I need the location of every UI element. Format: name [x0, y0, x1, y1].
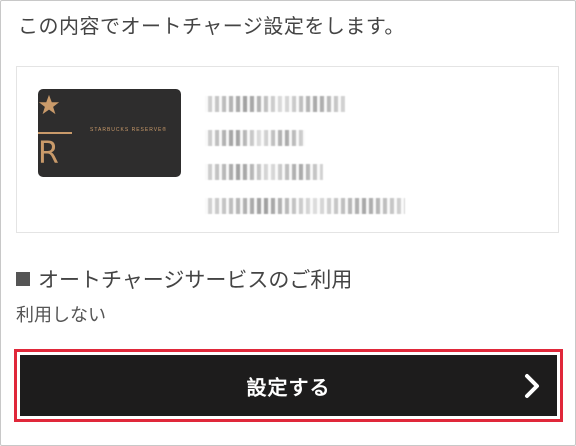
- star-icon: [38, 94, 60, 115]
- card-number-label: [205, 155, 405, 189]
- card-summary-box: STARBUCKS RESERVE® R: [16, 66, 559, 233]
- card-brand-text: STARBUCKS RESERVE®: [90, 127, 168, 133]
- auto-charge-section-title: オートチャージサービスのご利用: [16, 264, 352, 294]
- auto-charge-title-text: オートチャージサービスのご利用: [38, 268, 353, 292]
- intro-text: この内容でオートチャージ設定をします。: [18, 14, 405, 38]
- chevron-right-icon: [525, 373, 539, 398]
- auto-charge-value: 利用しない: [16, 305, 106, 326]
- redacted-text: [205, 164, 323, 180]
- card-nickname-label: [205, 87, 405, 121]
- redacted-text: [205, 96, 345, 112]
- card-accent-line: [38, 132, 72, 134]
- card-brand-letter: R: [38, 136, 59, 171]
- redacted-text: [205, 198, 405, 214]
- card-details: [205, 87, 405, 223]
- card-number-value: [205, 189, 405, 223]
- submit-highlight: 設定する: [14, 349, 563, 422]
- submit-button[interactable]: 設定する: [20, 355, 557, 416]
- submit-button-label: 設定する: [246, 377, 331, 399]
- card-nickname-value: [205, 121, 405, 155]
- card-image: STARBUCKS RESERVE® R: [38, 89, 181, 177]
- redacted-text: [205, 130, 305, 146]
- square-bullet-icon: [16, 272, 30, 286]
